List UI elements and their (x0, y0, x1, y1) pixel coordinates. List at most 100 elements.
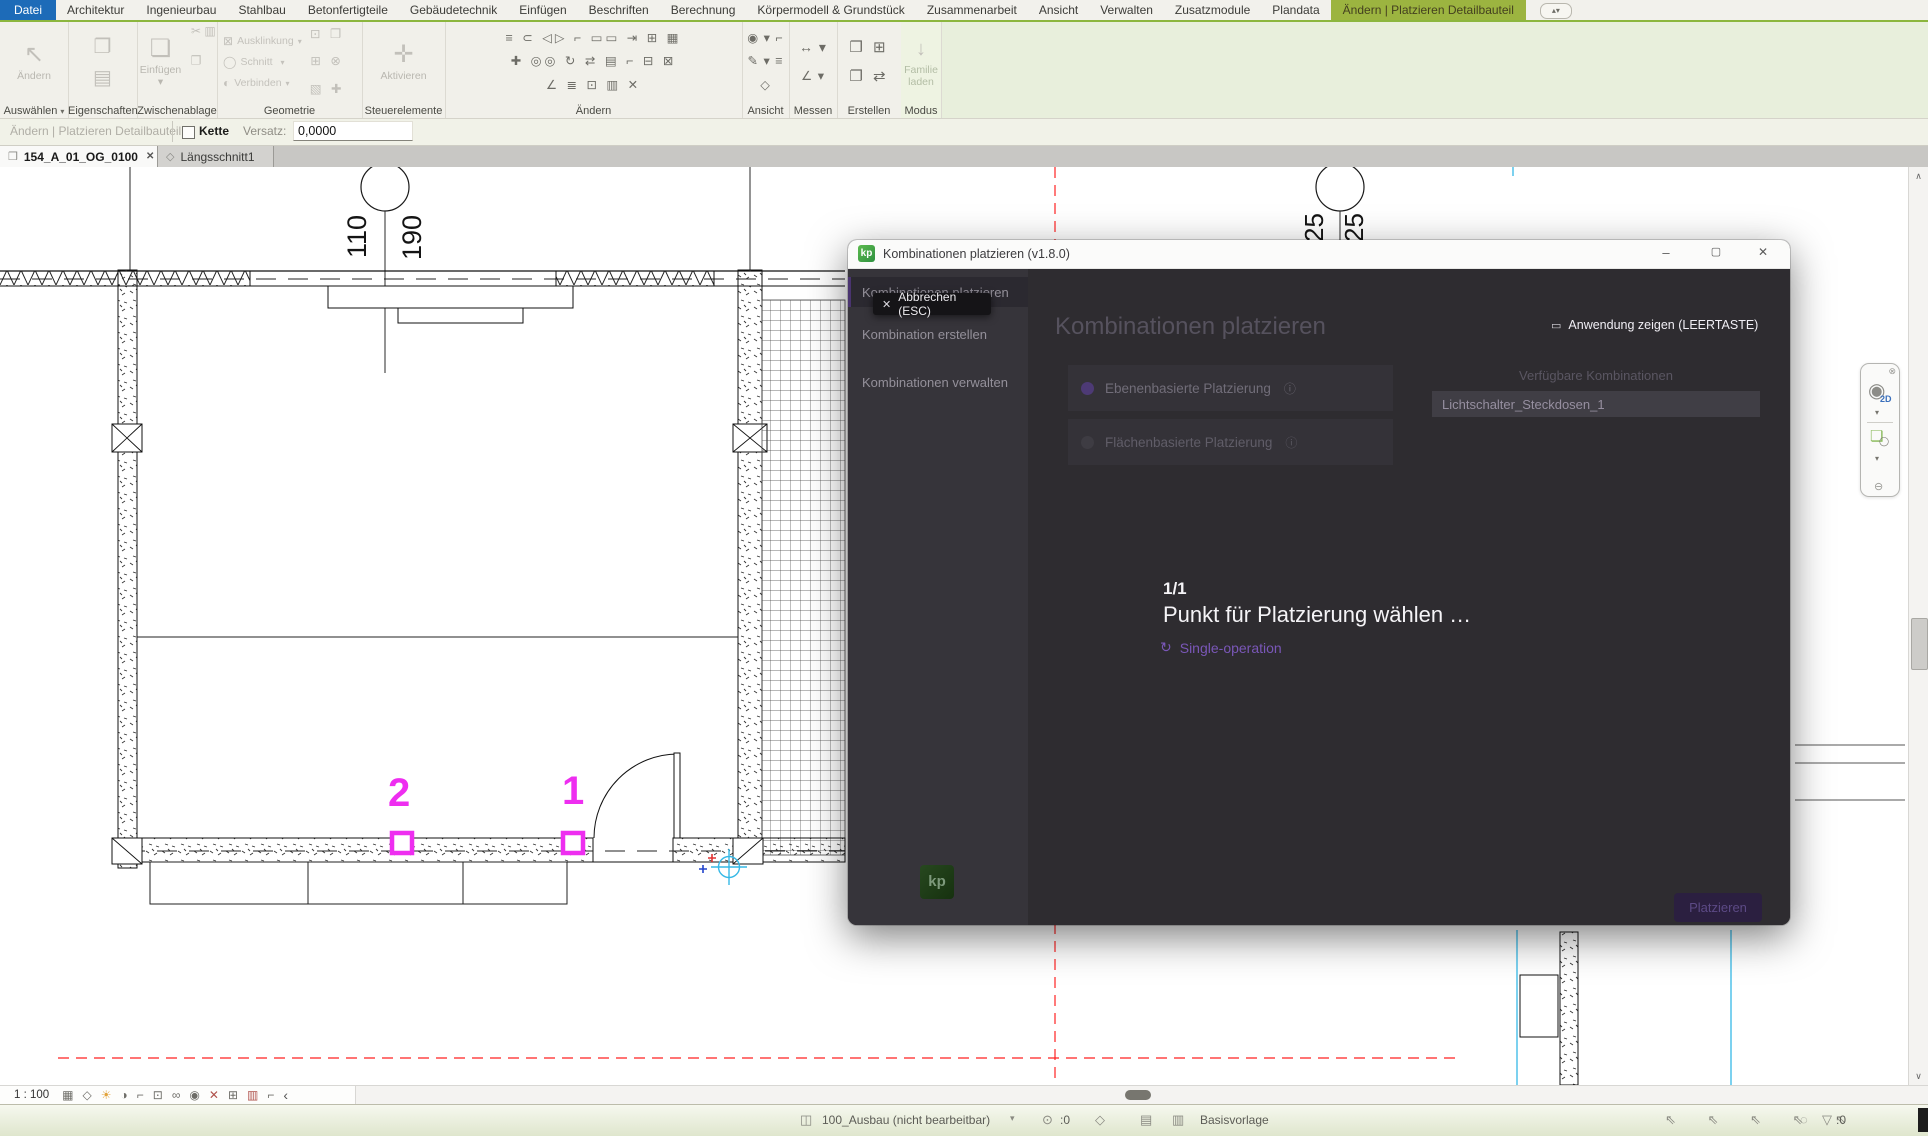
modify-tools-row-3[interactable]: ∠ ≣ ⊡ ▥ ✕ (546, 75, 641, 96)
view-tab-plan[interactable]: ❒ 154_A_01_OG_0100 ✕ (0, 146, 158, 167)
tab-einfuegen[interactable]: Einfügen (508, 0, 577, 20)
navbar-close-icon[interactable]: ⊗ (1888, 366, 1896, 377)
combination-list-item[interactable]: Lichtschalter_Steckdosen_1 (1432, 391, 1760, 417)
view-tools-row-3[interactable]: ◇ (760, 75, 771, 96)
dim-110[interactable]: 110 (342, 215, 372, 258)
tab-beschriften[interactable]: Beschriften (578, 0, 660, 20)
tab-datei[interactable]: Datei (0, 0, 56, 20)
close-icon[interactable]: ✕ (1753, 245, 1773, 259)
tab-plandata[interactable]: Plandata (1261, 0, 1330, 20)
dim-190[interactable]: 190 (397, 215, 427, 260)
navbar-minus-icon[interactable]: ⊖ (1874, 480, 1883, 493)
show-application-button[interactable]: ▭ Anwendung zeigen (LEERTASTE) (1551, 318, 1758, 332)
ribbon-display-toggle[interactable]: ▴▾ (1540, 3, 1572, 19)
dialog-titlebar[interactable]: kp Kombinationen platzieren (v1.8.0) – ▢… (848, 240, 1790, 269)
panel-label-auswaehlen[interactable]: Auswählen▾ (0, 105, 68, 117)
ausklinkung-button[interactable]: ⊠Ausklinkung▾ (223, 34, 302, 48)
workset-dropdown-icon[interactable]: ▾ (1010, 1113, 1015, 1124)
right-wall[interactable] (733, 270, 845, 855)
tab-stahlbau[interactable]: Stahlbau (227, 0, 296, 20)
vertical-scroll-thumb[interactable] (1911, 618, 1928, 670)
wheel-dropdown-icon[interactable]: ▾ (1875, 408, 1879, 417)
navigation-bar[interactable]: ⊗ ◉ 2D ▾ ❏ ◯ ▾ ⊖ (1860, 363, 1900, 497)
door[interactable] (594, 753, 680, 838)
vertical-scrollbar[interactable]: ∧ ∨ (1908, 167, 1928, 1085)
geometry-extra-icons-3[interactable]: ▧ ✚ (310, 79, 345, 100)
displace-elements-icon[interactable]: ▥ (247, 1088, 258, 1102)
modify-tools-row-2[interactable]: ✚ ◎◎ ↻ ⇄ ▤ ⌐ ⊟ ⊠ (511, 51, 677, 72)
paste-button[interactable]: ❏ Einfügen ▾ (137, 36, 184, 88)
tab-gebaeudetechnik[interactable]: Gebäudetechnik (399, 0, 508, 20)
zoom-dropdown-icon[interactable]: ▾ (1875, 454, 1879, 463)
radio-ebenenbasiert[interactable]: Ebenenbasierte Platzierung ⓘ (1068, 365, 1393, 411)
view-tools-row-1[interactable]: ◉ ▾ ⌐ (747, 28, 783, 49)
create-tools-row-2[interactable]: ❐ ⇄ (849, 64, 888, 90)
dim-25-b[interactable]: 25 (1339, 213, 1369, 242)
measure-tools-row-2[interactable]: ∠ ▾ (801, 66, 825, 87)
counter[interactable] (150, 862, 567, 904)
sidebar-item-verwalten[interactable]: Kombinationen verwalten (848, 367, 1028, 397)
temporary-hide-isolate-icon[interactable]: ∞ (172, 1088, 181, 1102)
close-view-icon[interactable]: ✕ (146, 151, 154, 162)
bottom-scroll-row[interactable]: 1 : 100 ▦ ◇ ☀ ◑ ⌐ ⊡ ∞ ◉ ✕ ⊞ ▥ ⌐ ‹ (0, 1085, 1928, 1104)
editing-requests-icon[interactable]: ⊙ (1042, 1112, 1053, 1128)
radio-flaechenbasiert[interactable]: Flächenbasierte Platzierung ⓘ (1068, 419, 1393, 465)
sun-path-icon[interactable]: ◑ (121, 1088, 128, 1102)
modify-tools-row-1[interactable]: ≡ ⊂ ◁▷ ⌐ ▭▭ ⇥ ⊞ ▦ (506, 28, 682, 49)
properties-type-icon[interactable]: ❐ (94, 34, 112, 59)
radio-selected-icon[interactable] (1081, 382, 1094, 395)
modify-button[interactable]: ↖ Ändern (17, 42, 51, 82)
single-operation-toggle[interactable]: ↻ Single-operation (1160, 639, 1282, 656)
tab-contextual-aendern[interactable]: Ändern | Platzieren Detailbauteil (1331, 0, 1526, 20)
filter-icon[interactable]: ▽ (1822, 1112, 1832, 1128)
scale-control[interactable]: 1 : 100 (14, 1089, 49, 1101)
dim-25-a[interactable]: 25 (1299, 213, 1329, 242)
familie-laden-button[interactable]: ↓ Familie laden (901, 36, 941, 88)
cancel-button[interactable]: ✕ Abbrechen (ESC) (873, 293, 991, 315)
geometry-extra-icons-1[interactable]: ⊡ ❐ (310, 24, 345, 45)
bottom-wall[interactable] (112, 838, 845, 864)
platzieren-button[interactable]: Platzieren (1674, 893, 1762, 922)
horizontal-scroll-thumb[interactable] (1125, 1090, 1151, 1100)
info-icon[interactable]: ⓘ (1285, 434, 1297, 451)
reveal-constraints-icon[interactable]: ⌐ (267, 1088, 274, 1102)
tab-architektur[interactable]: Architektur (56, 0, 135, 20)
create-tools-row-1[interactable]: ❒ ⊞ (849, 35, 888, 61)
reveal-hidden-icon[interactable]: ◉ (189, 1088, 199, 1102)
tab-koerpermodell[interactable]: Körpermodell & Grundstück (746, 0, 915, 20)
worksharing-display-icon[interactable]: ✕ (209, 1088, 219, 1102)
properties-palette-icon[interactable]: ▤ (93, 65, 112, 90)
radio-unselected-icon[interactable] (1081, 436, 1094, 449)
view-tab-section[interactable]: ◇ Längsschnitt1 (158, 146, 274, 167)
measure-tools-row-1[interactable]: ↔ ▾ (799, 36, 827, 60)
visual-style-icon[interactable]: ◇ (83, 1088, 92, 1102)
list-icon-a[interactable]: ▤ (1140, 1112, 1152, 1128)
tab-ingenieurbau[interactable]: Ingenieurbau (135, 0, 227, 20)
tab-verwalten[interactable]: Verwalten (1089, 0, 1164, 20)
tab-berechnung[interactable]: Berechnung (660, 0, 747, 20)
aktivieren-button[interactable]: ✛ Aktivieren (380, 42, 426, 82)
left-wall[interactable] (112, 270, 142, 868)
tab-zusammenarbeit[interactable]: Zusammenarbeit (916, 0, 1028, 20)
selection-box-icon[interactable]: ⊞ (228, 1088, 238, 1102)
verbinden-button[interactable]: ◐Verbinden▾ (223, 76, 302, 90)
tab-zusatzmodule[interactable]: Zusatzmodule (1164, 0, 1261, 20)
list-icon-b[interactable]: ▥ (1172, 1112, 1184, 1128)
active-workset-label[interactable]: 100_Ausbau (nicht bearbeitbar) (822, 1113, 990, 1127)
clipboard-side-icons[interactable]: ✂ ❒ ▥ (189, 24, 217, 100)
tab-ansicht[interactable]: Ansicht (1028, 0, 1089, 20)
design-options-icon[interactable]: ◇ (1095, 1112, 1105, 1128)
scroll-up-button[interactable]: ∧ (1909, 167, 1928, 185)
versatz-input[interactable] (293, 121, 413, 141)
show-crop-icon[interactable]: ⊡ (153, 1088, 163, 1102)
viewbar-collapse-icon[interactable]: ‹ (283, 1088, 288, 1102)
design-option-label[interactable]: Basisvorlage (1200, 1113, 1269, 1127)
schnitt-button[interactable]: ◯Schnitt▾ (223, 55, 302, 69)
crop-region-icon[interactable]: ⌐ (137, 1088, 144, 1102)
scroll-down-button[interactable]: ∨ (1909, 1067, 1928, 1085)
minimize-icon[interactable]: – (1656, 245, 1676, 260)
geometry-extra-icons-2[interactable]: ⊞ ⊗ (310, 51, 345, 72)
info-icon[interactable]: ⓘ (1284, 380, 1296, 397)
background-process-icon[interactable]: ◌ (1800, 1112, 1808, 1127)
kette-checkbox[interactable] (182, 126, 195, 139)
